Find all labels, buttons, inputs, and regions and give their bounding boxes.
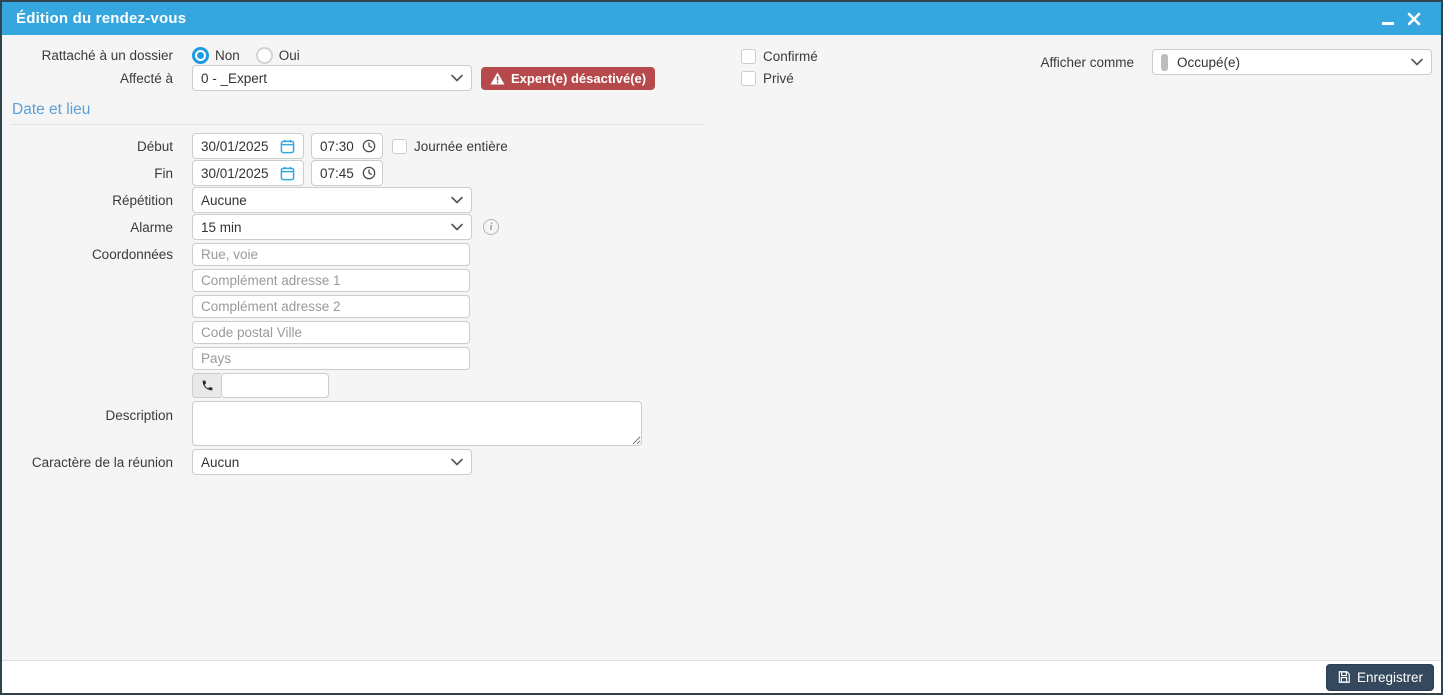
debut-label: Début <box>136 138 173 154</box>
save-icon <box>1338 671 1350 683</box>
close-icon <box>1407 12 1421 25</box>
coordonnees-fields <box>192 243 470 401</box>
show-as-select[interactable]: Occupé(e) <box>1152 49 1432 75</box>
confirmed-label[interactable]: Confirmé <box>763 49 818 64</box>
radio-non-label[interactable]: Non <box>215 48 240 63</box>
debut-time-input[interactable] <box>320 134 362 158</box>
section-divider <box>10 124 705 125</box>
affecte-value: 0 - _Expert <box>201 70 268 86</box>
street-input[interactable] <box>192 243 470 266</box>
caractere-value: Aucun <box>201 454 240 470</box>
flags-group: Confirmé Privé <box>741 49 818 93</box>
minimize-icon <box>1382 22 1394 25</box>
save-button-label: Enregistrer <box>1356 669 1423 685</box>
fin-date-field <box>192 160 304 186</box>
chevron-down-icon <box>451 196 463 204</box>
dialog-content: Rattaché à un dossier Non Oui Affecté à … <box>2 35 1441 660</box>
titlebar: Édition du rendez-vous <box>2 2 1441 35</box>
zip-city-input[interactable] <box>192 321 470 344</box>
save-button[interactable]: Enregistrer <box>1325 663 1434 691</box>
warning-icon <box>490 72 505 84</box>
address-line2-input[interactable] <box>192 295 470 318</box>
show-as-group: Afficher comme Occupé(e) <box>1040 49 1432 75</box>
fin-time-field <box>311 160 383 186</box>
row-repetition: Répétition Aucune <box>2 187 1441 213</box>
radio-oui[interactable] <box>255 47 273 64</box>
close-button[interactable] <box>1401 7 1427 31</box>
fin-date-input[interactable] <box>201 161 280 185</box>
clock-icon[interactable] <box>362 166 376 180</box>
row-debut: Début Journée entière <box>2 133 1441 159</box>
show-as-value: Occupé(e) <box>1177 54 1241 70</box>
private-row: Privé <box>741 71 818 86</box>
chevron-down-icon <box>451 74 463 82</box>
row-fin: Fin <box>2 160 1441 186</box>
coordonnees-label: Coordonnées <box>91 247 173 262</box>
section-date-lieu-header: Date et lieu <box>12 101 91 118</box>
chevron-down-icon <box>451 458 463 466</box>
dialog-footer: Enregistrer <box>2 660 1441 693</box>
repetition-value: Aucune <box>201 192 247 208</box>
row-caractere: Caractère de la réunion Aucun <box>2 449 1441 475</box>
debut-time-field <box>311 133 383 159</box>
clock-icon[interactable] <box>362 139 376 153</box>
confirmed-checkbox[interactable] <box>741 49 756 64</box>
radio-oui-label[interactable]: Oui <box>279 48 300 63</box>
debut-date-input[interactable] <box>201 134 280 158</box>
description-textarea[interactable] <box>192 401 642 446</box>
row-coordonnees: Coordonnées <box>2 243 1441 401</box>
chevron-down-icon <box>451 223 463 231</box>
confirmed-row: Confirmé <box>741 49 818 64</box>
repetition-label: Répétition <box>112 192 173 208</box>
private-label[interactable]: Privé <box>763 71 794 86</box>
row-alarme: Alarme 15 min i <box>2 214 1441 240</box>
calendar-icon[interactable] <box>280 166 295 181</box>
affecte-select[interactable]: 0 - _Expert <box>192 65 472 91</box>
description-label: Description <box>105 408 173 423</box>
expert-disabled-badge: Expert(e) désactivé(e) <box>481 66 656 90</box>
repetition-select[interactable]: Aucune <box>192 187 472 213</box>
row-description: Description <box>2 401 1441 446</box>
country-input[interactable] <box>192 347 470 370</box>
minimize-button[interactable] <box>1375 7 1401 31</box>
debut-date-field <box>192 133 304 159</box>
chevron-down-icon <box>1411 58 1423 66</box>
show-as-label: Afficher comme <box>1040 54 1134 70</box>
radio-non[interactable] <box>192 47 209 64</box>
alarme-select[interactable]: 15 min <box>192 214 472 240</box>
phone-field <box>192 373 470 398</box>
fin-time-input[interactable] <box>320 161 362 185</box>
alarme-info-icon[interactable]: i <box>483 219 499 235</box>
phone-input[interactable] <box>221 373 329 398</box>
alarme-label: Alarme <box>130 219 173 235</box>
expert-disabled-text: Expert(e) désactivé(e) <box>511 70 647 86</box>
busy-status-icon <box>1161 53 1168 71</box>
alarme-value: 15 min <box>201 219 242 235</box>
address-line1-input[interactable] <box>192 269 470 292</box>
phone-icon <box>192 373 221 398</box>
caractere-label: Caractère de la réunion <box>31 454 173 470</box>
dossier-label: Rattaché à un dossier <box>41 48 173 63</box>
appointment-edit-dialog: Édition du rendez-vous Rattaché à un dos… <box>0 0 1443 695</box>
allday-label[interactable]: Journée entière <box>414 139 508 154</box>
allday-checkbox[interactable] <box>392 138 407 154</box>
caractere-select[interactable]: Aucun <box>192 449 472 475</box>
affecte-label: Affecté à <box>119 70 173 86</box>
dossier-radio-group: Non Oui <box>192 47 310 64</box>
calendar-icon[interactable] <box>280 139 295 154</box>
private-checkbox[interactable] <box>741 71 756 86</box>
dialog-title: Édition du rendez-vous <box>16 10 187 27</box>
fin-label: Fin <box>154 165 173 181</box>
